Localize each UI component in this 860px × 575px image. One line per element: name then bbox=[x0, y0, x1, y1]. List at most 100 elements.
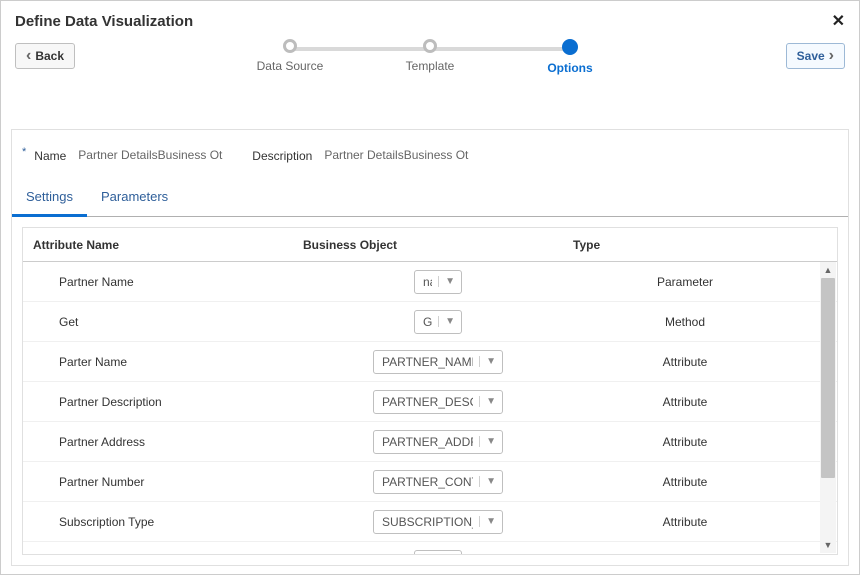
table-row: Product DetailsResultSe▼Attribute bbox=[23, 542, 837, 554]
business-object-dropdown[interactable]: SUBSCRIPTION_TY ▼ bbox=[373, 510, 503, 534]
type-cell: Attribute bbox=[573, 475, 837, 489]
business-object-cell: PARTNER_ADDRES ▼ bbox=[303, 430, 573, 454]
attribute-grid: Attribute Name Business Object Type Part… bbox=[22, 227, 838, 555]
description-input[interactable] bbox=[324, 146, 484, 165]
col-header-type[interactable]: Type bbox=[573, 238, 837, 252]
grid-body: Partner Name name ▼ Parameter Get GE ▼ Method Pa… bbox=[23, 262, 837, 554]
attr-name-cell: Subscription Type bbox=[23, 515, 303, 529]
chevron-left-icon bbox=[26, 48, 31, 64]
table-row: Partner Name name ▼ Parameter bbox=[23, 262, 837, 302]
dialog-header: Define Data Visualization ✕ bbox=[1, 1, 859, 39]
attr-name-text: Subscription Type bbox=[59, 515, 154, 529]
meta-fields-row: * Name Description bbox=[12, 130, 848, 179]
business-object-cell: PARTNER_CONTAC ▼ bbox=[303, 470, 573, 494]
type-cell: Attribute bbox=[573, 355, 837, 369]
dropdown-value: PARTNER_CONTAC bbox=[382, 475, 473, 489]
dropdown-value: GE bbox=[423, 315, 432, 329]
attr-name-cell: Partner Description bbox=[23, 395, 303, 409]
step-data-source[interactable]: Data Source bbox=[220, 39, 360, 73]
step-label: Options bbox=[547, 61, 592, 75]
tab-bar: Settings Parameters bbox=[12, 179, 848, 217]
type-cell: Attribute bbox=[573, 395, 837, 409]
tab-parameters[interactable]: Parameters bbox=[87, 179, 182, 217]
vertical-scrollbar[interactable]: ▲ ▼ bbox=[820, 262, 836, 553]
step-connector bbox=[290, 47, 430, 51]
name-input[interactable] bbox=[78, 146, 238, 165]
business-object-dropdown[interactable]: ResultSe▼ bbox=[414, 550, 462, 555]
business-object-cell: PARTNER_DESC ▼ bbox=[303, 390, 573, 414]
step-template[interactable]: Template bbox=[360, 39, 500, 73]
attr-name-cell: Get bbox=[23, 315, 303, 329]
business-object-dropdown[interactable]: PARTNER_NAME ▼ bbox=[373, 350, 503, 374]
business-object-dropdown[interactable]: GE ▼ bbox=[414, 310, 462, 334]
chevron-down-icon: ▼ bbox=[479, 356, 496, 367]
business-object-cell: ResultSe▼ bbox=[303, 550, 573, 555]
scroll-down-icon[interactable]: ▼ bbox=[820, 537, 836, 553]
type-cell: Attribute bbox=[573, 435, 837, 449]
type-cell: Method bbox=[573, 315, 837, 329]
attr-name-text: Parter Name bbox=[59, 355, 127, 369]
dropdown-value: name bbox=[423, 275, 432, 289]
type-cell: Parameter bbox=[573, 275, 837, 289]
save-button[interactable]: Save bbox=[786, 43, 845, 69]
close-icon[interactable]: ✕ bbox=[832, 11, 845, 31]
dropdown-value: PARTNER_NAME bbox=[382, 355, 473, 369]
col-header-business-object[interactable]: Business Object bbox=[303, 238, 573, 252]
scroll-thumb[interactable] bbox=[821, 278, 835, 478]
business-object-cell: GE ▼ bbox=[303, 310, 573, 334]
grid-header-row: Attribute Name Business Object Type bbox=[23, 228, 837, 262]
table-row: Subscription Type SUBSCRIPTION_TY ▼ Attribu… bbox=[23, 502, 837, 542]
step-dot-icon bbox=[562, 39, 578, 55]
step-label: Data Source bbox=[257, 59, 324, 73]
attr-name-text: Partner Number bbox=[59, 475, 144, 489]
attr-name-text: Get bbox=[59, 315, 78, 329]
dropdown-value: PARTNER_ADDRES bbox=[382, 435, 473, 449]
table-row: Partner Description PARTNER_DESC ▼ Attribut… bbox=[23, 382, 837, 422]
dropdown-value: SUBSCRIPTION_TY bbox=[382, 515, 473, 529]
name-label: Name bbox=[34, 149, 66, 163]
business-object-dropdown[interactable]: PARTNER_ADDRES ▼ bbox=[373, 430, 503, 454]
table-row: Partner Address PARTNER_ADDRES ▼ Attribute bbox=[23, 422, 837, 462]
chevron-down-icon: ▼ bbox=[479, 396, 496, 407]
business-object-dropdown[interactable]: PARTNER_CONTAC ▼ bbox=[373, 470, 503, 494]
attr-name-cell: Partner Name bbox=[23, 275, 303, 289]
required-star-icon: * bbox=[22, 146, 26, 158]
business-object-cell: SUBSCRIPTION_TY ▼ bbox=[303, 510, 573, 534]
step-options[interactable]: Options bbox=[500, 39, 640, 75]
tab-settings[interactable]: Settings bbox=[12, 179, 87, 217]
chevron-down-icon: ▼ bbox=[438, 316, 455, 327]
form-area: * Name Description Settings Parameters A… bbox=[11, 129, 849, 566]
table-row: Parter Name PARTNER_NAME ▼ Attribute bbox=[23, 342, 837, 382]
dialog-title: Define Data Visualization bbox=[15, 13, 193, 30]
business-object-dropdown[interactable]: PARTNER_DESC ▼ bbox=[373, 390, 503, 414]
business-object-dropdown[interactable]: name ▼ bbox=[414, 270, 462, 294]
step-dot-icon bbox=[283, 39, 297, 53]
back-button[interactable]: Back bbox=[15, 43, 75, 69]
col-header-attribute[interactable]: Attribute Name bbox=[23, 238, 303, 252]
table-row: Get GE ▼ Method bbox=[23, 302, 837, 342]
attr-name-text: Partner Description bbox=[59, 395, 162, 409]
save-button-label: Save bbox=[797, 49, 825, 63]
chevron-down-icon: ▼ bbox=[479, 436, 496, 447]
description-label: Description bbox=[252, 149, 312, 163]
back-button-label: Back bbox=[35, 49, 64, 63]
chevron-down-icon: ▼ bbox=[479, 476, 496, 487]
wizard-stepper: Data Source Template Options bbox=[220, 39, 640, 75]
attr-name-cell: Partner Number bbox=[23, 475, 303, 489]
table-row: Partner Number PARTNER_CONTAC ▼ Attribute bbox=[23, 462, 837, 502]
chevron-down-icon: ▼ bbox=[438, 276, 455, 287]
step-dot-icon bbox=[423, 39, 437, 53]
scroll-up-icon[interactable]: ▲ bbox=[820, 262, 836, 278]
type-cell: Attribute bbox=[573, 515, 837, 529]
attr-name-cell: Parter Name bbox=[23, 355, 303, 369]
step-connector bbox=[430, 47, 570, 51]
attr-name-text: Partner Address bbox=[59, 435, 145, 449]
chevron-down-icon: ▼ bbox=[479, 516, 496, 527]
business-object-cell: name ▼ bbox=[303, 270, 573, 294]
toolbar: Back Data Source Template Options Save bbox=[1, 39, 859, 89]
dropdown-value: PARTNER_DESC bbox=[382, 395, 473, 409]
attr-name-text: Partner Name bbox=[59, 275, 134, 289]
business-object-cell: PARTNER_NAME ▼ bbox=[303, 350, 573, 374]
step-label: Template bbox=[406, 59, 455, 73]
attr-name-cell: Partner Address bbox=[23, 435, 303, 449]
